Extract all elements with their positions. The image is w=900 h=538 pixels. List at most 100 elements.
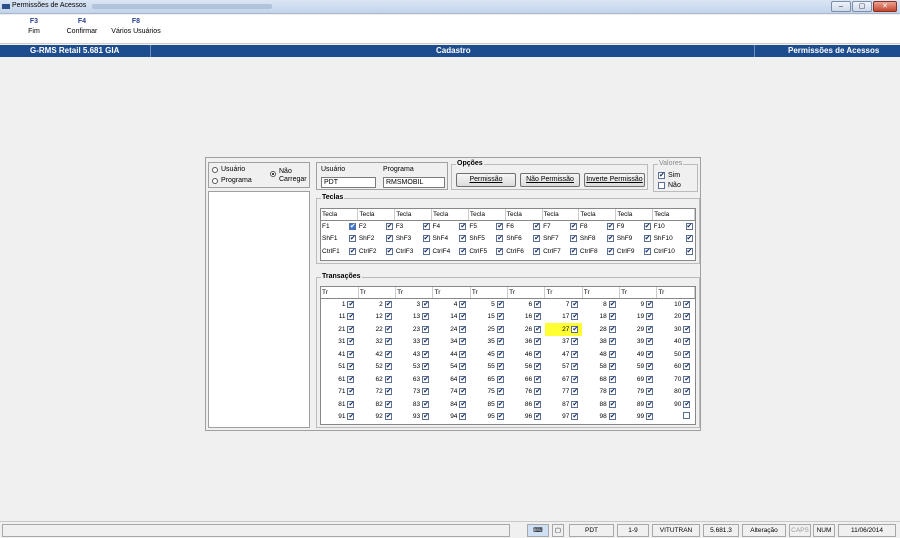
transacao-checkbox[interactable]: ✔ bbox=[347, 363, 355, 371]
tecla-checkbox[interactable]: ✔ bbox=[685, 247, 693, 255]
transacao-checkbox[interactable]: ✔ bbox=[384, 413, 392, 421]
transacao-checkbox[interactable]: ✔ bbox=[459, 375, 467, 383]
tecla-checkbox[interactable]: ✔ bbox=[606, 223, 614, 230]
transacao-checkbox[interactable]: ✔ bbox=[459, 325, 467, 333]
transacao-checkbox[interactable]: ✔ bbox=[496, 313, 504, 321]
transacao-checkbox[interactable]: ✔ bbox=[608, 413, 616, 421]
inverte-permissao-button[interactable]: Inverte Permissão bbox=[584, 173, 645, 187]
transacao-checkbox[interactable]: ✔ bbox=[422, 301, 430, 308]
transacao-checkbox[interactable]: ✔ bbox=[422, 363, 430, 371]
tecla-checkbox[interactable]: ✔ bbox=[643, 247, 651, 255]
transacao-checkbox[interactable]: ✔ bbox=[646, 413, 654, 421]
transacao-checkbox[interactable]: ✔ bbox=[646, 338, 654, 346]
transacao-checkbox[interactable]: ✔ bbox=[384, 338, 392, 346]
transacao-checkbox[interactable]: ✔ bbox=[608, 375, 616, 383]
f8-varios-usuarios-button[interactable]: F8 Vários Usuários bbox=[108, 18, 164, 35]
transacao-checkbox[interactable]: ✔ bbox=[459, 388, 467, 396]
transacao-checkbox[interactable]: ✔ bbox=[384, 363, 392, 371]
usuario-field[interactable]: PDT bbox=[321, 177, 376, 188]
keyboard-icon[interactable]: ⌨ bbox=[527, 524, 549, 537]
minimize-button[interactable]: – bbox=[831, 1, 851, 12]
transacao-checkbox[interactable]: ✔ bbox=[534, 363, 542, 371]
transacao-checkbox[interactable]: ✔ bbox=[683, 388, 691, 396]
transacao-checkbox[interactable]: ✔ bbox=[459, 350, 467, 358]
transacao-checkbox[interactable]: ✔ bbox=[646, 400, 654, 408]
tecla-checkbox[interactable]: ✔ bbox=[348, 235, 356, 243]
transacao-checkbox[interactable]: ✔ bbox=[571, 375, 579, 383]
transacao-checkbox[interactable] bbox=[683, 412, 691, 420]
transacao-checkbox[interactable]: ✔ bbox=[496, 388, 504, 396]
transacao-checkbox[interactable]: ✔ bbox=[534, 301, 542, 308]
tecla-checkbox[interactable]: ✔ bbox=[422, 223, 430, 230]
permissao-button[interactable]: Permissão bbox=[456, 173, 516, 187]
transacao-checkbox[interactable]: ✔ bbox=[683, 375, 691, 383]
tecla-checkbox[interactable]: ✔ bbox=[606, 235, 614, 243]
transacao-checkbox[interactable]: ✔ bbox=[608, 313, 616, 321]
tecla-checkbox[interactable]: ✔ bbox=[569, 235, 577, 243]
f4-confirmar-button[interactable]: F4 Confirmar bbox=[63, 18, 101, 35]
transacao-checkbox[interactable]: ✔ bbox=[459, 313, 467, 321]
transacao-checkbox[interactable]: ✔ bbox=[571, 400, 579, 408]
tecla-checkbox[interactable]: ✔ bbox=[569, 223, 577, 230]
transacao-checkbox[interactable]: ✔ bbox=[496, 350, 504, 358]
transacao-checkbox[interactable]: ✔ bbox=[646, 313, 654, 321]
tecla-checkbox[interactable]: ✔ bbox=[606, 247, 614, 255]
transacao-checkbox[interactable]: ✔ bbox=[422, 400, 430, 408]
transacao-checkbox[interactable]: ✔ bbox=[534, 413, 542, 421]
valores-sim-checkbox[interactable]: ✔ Sim bbox=[658, 172, 680, 179]
tecla-checkbox[interactable]: ✔ bbox=[348, 223, 356, 230]
transacao-checkbox[interactable]: ✔ bbox=[422, 388, 430, 396]
tecla-checkbox[interactable]: ✔ bbox=[685, 223, 693, 230]
transacao-checkbox[interactable]: ✔ bbox=[571, 350, 579, 358]
tecla-checkbox[interactable]: ✔ bbox=[533, 223, 541, 230]
transacao-checkbox[interactable]: ✔ bbox=[384, 350, 392, 358]
tecla-checkbox[interactable]: ✔ bbox=[643, 235, 651, 243]
close-button[interactable]: ✕ bbox=[873, 1, 897, 12]
transacao-checkbox[interactable]: ✔ bbox=[646, 363, 654, 371]
transacao-checkbox[interactable]: ✔ bbox=[347, 325, 355, 333]
transacao-checkbox[interactable]: ✔ bbox=[422, 375, 430, 383]
transacao-checkbox[interactable]: ✔ bbox=[683, 301, 691, 308]
transacao-checkbox[interactable]: ✔ bbox=[496, 363, 504, 371]
nao-permissao-button[interactable]: Não Permissão bbox=[520, 173, 580, 187]
transacao-checkbox[interactable]: ✔ bbox=[384, 388, 392, 396]
tecla-checkbox[interactable]: ✔ bbox=[348, 247, 356, 255]
transacao-checkbox[interactable]: ✔ bbox=[608, 350, 616, 358]
programa-field[interactable]: RMSMOBIL bbox=[383, 177, 445, 188]
transacao-checkbox[interactable]: ✔ bbox=[683, 338, 691, 346]
transacao-checkbox[interactable]: ✔ bbox=[347, 375, 355, 383]
transacao-checkbox[interactable]: ✔ bbox=[646, 388, 654, 396]
radio-programa[interactable]: Programa bbox=[212, 177, 252, 184]
tecla-checkbox[interactable]: ✔ bbox=[569, 247, 577, 255]
maximize-button[interactable]: ▢ bbox=[852, 1, 872, 12]
f3-fim-button[interactable]: F3 Fim bbox=[22, 18, 46, 35]
transacao-checkbox[interactable]: ✔ bbox=[347, 313, 355, 321]
transacao-checkbox[interactable]: ✔ bbox=[496, 375, 504, 383]
transacao-checkbox[interactable]: ✔ bbox=[347, 413, 355, 421]
tecla-checkbox[interactable]: ✔ bbox=[533, 235, 541, 243]
transacao-checkbox[interactable]: ✔ bbox=[683, 400, 691, 408]
transacao-checkbox[interactable]: ✔ bbox=[422, 313, 430, 321]
transacao-checkbox[interactable]: ✔ bbox=[571, 413, 579, 421]
transacao-checkbox[interactable]: ✔ bbox=[534, 388, 542, 396]
transacao-checkbox[interactable]: ✔ bbox=[347, 301, 355, 308]
transacao-checkbox[interactable]: ✔ bbox=[534, 313, 542, 321]
transacao-checkbox[interactable]: ✔ bbox=[571, 338, 579, 346]
transacao-checkbox[interactable]: ✔ bbox=[646, 325, 654, 333]
valores-nao-checkbox[interactable]: Não bbox=[658, 182, 681, 189]
transacao-checkbox[interactable]: ✔ bbox=[646, 301, 654, 308]
transacao-checkbox[interactable]: ✔ bbox=[534, 325, 542, 333]
transacao-checkbox[interactable]: ✔ bbox=[571, 363, 579, 371]
transacao-checkbox[interactable]: ✔ bbox=[422, 338, 430, 346]
transacao-checkbox[interactable]: ✔ bbox=[534, 338, 542, 346]
tecla-checkbox[interactable]: ✔ bbox=[422, 235, 430, 243]
transacao-checkbox[interactable]: ✔ bbox=[608, 363, 616, 371]
transacao-checkbox[interactable]: ✔ bbox=[496, 338, 504, 346]
transacao-checkbox[interactable]: ✔ bbox=[384, 301, 392, 308]
transacao-checkbox[interactable]: ✔ bbox=[347, 388, 355, 396]
transacao-checkbox[interactable]: ✔ bbox=[608, 338, 616, 346]
transacao-checkbox[interactable]: ✔ bbox=[683, 325, 691, 333]
tecla-checkbox[interactable]: ✔ bbox=[496, 223, 504, 230]
transacao-checkbox[interactable]: ✔ bbox=[496, 325, 504, 333]
transacao-checkbox[interactable]: ✔ bbox=[496, 301, 504, 308]
